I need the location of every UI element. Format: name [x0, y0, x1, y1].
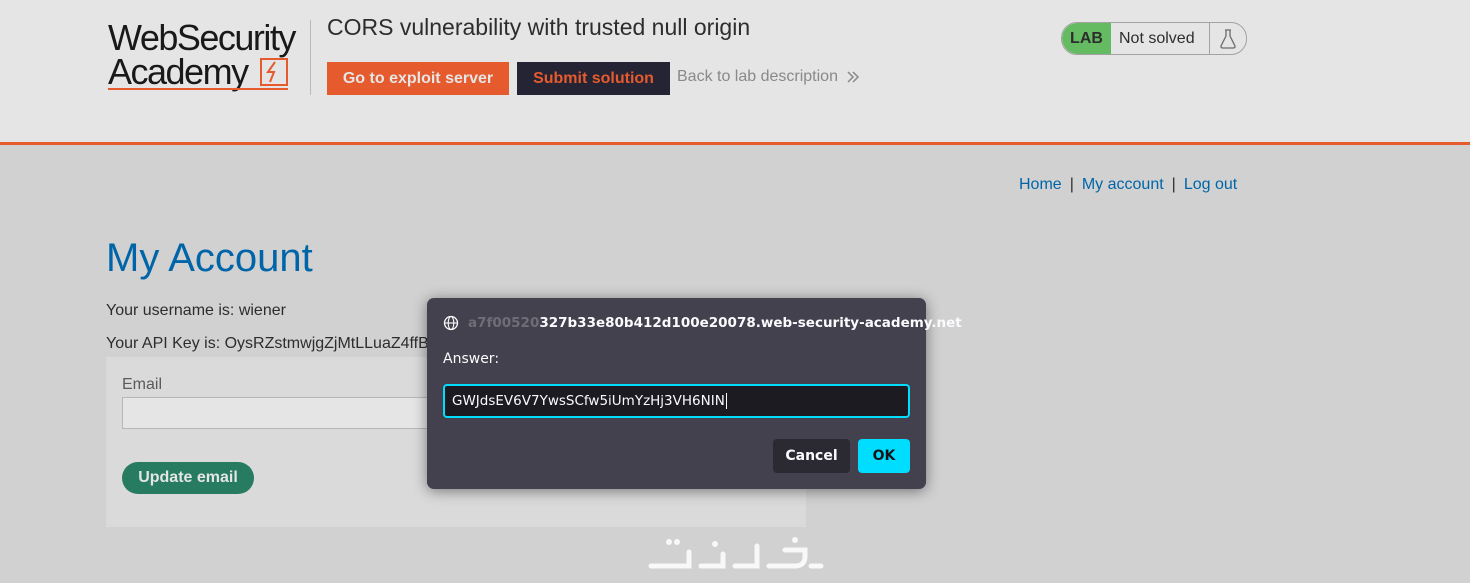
dialog-cancel-button[interactable]: Cancel [773, 439, 850, 473]
modal-overlay [0, 0, 1470, 583]
watermark-logo [648, 537, 824, 569]
prompt-dialog: a7f00520 327b33e80b412d100e20078.web-secu… [427, 298, 962, 489]
dialog-origin-prefix: a7f00520 [468, 315, 540, 331]
dialog-label: Answer: [443, 351, 500, 367]
text-caret [725, 393, 727, 409]
answer-input[interactable]: GWJdsEV6V7YwsSCfw5iUmYzHj3VH6NIN [443, 384, 910, 418]
globe-icon [443, 315, 459, 331]
answer-input-value: GWJdsEV6V7YwsSCfw5iUmYzHj3VH6NIN [452, 393, 725, 409]
dialog-origin: a7f00520 327b33e80b412d100e20078.web-secu… [443, 315, 962, 331]
dialog-ok-button[interactable]: OK [858, 439, 910, 473]
dialog-origin-host: 327b33e80b412d100e20078.web-security-aca… [539, 315, 962, 331]
